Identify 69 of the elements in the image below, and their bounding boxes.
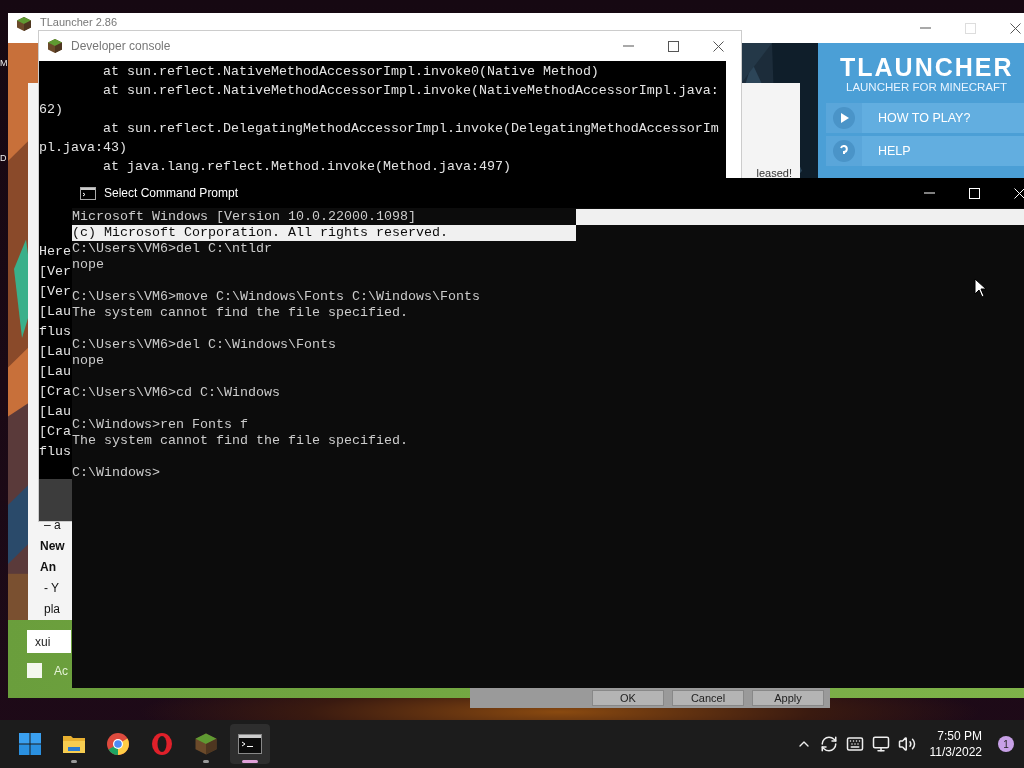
ring-logo-icon: [150, 732, 174, 756]
terminal-line: C:\Windows>ren Fonts f: [72, 417, 248, 433]
checkbox-label: Ac: [54, 663, 68, 678]
grass-block-icon: [194, 732, 218, 756]
cursor-icon: [974, 278, 987, 298]
news-heading: leased!: [756, 167, 792, 179]
console-line: [Cra: [39, 423, 71, 441]
close-icon[interactable]: [713, 40, 724, 52]
window-title: TLauncher 2.86: [40, 16, 119, 29]
news-text: – a: [43, 517, 61, 534]
tagline: LAUNCHER FOR MINECRAFT: [845, 81, 1008, 93]
console-line: at sun.reflect.NativeMethodAccessorImpl.invoke(NativeMethodAccessorImpl.java:: [102, 82, 719, 100]
terminal-icon: [238, 734, 262, 754]
window-title: Developer console: [71, 39, 172, 53]
help-icon: [833, 140, 855, 162]
windows-start-icon: [18, 732, 42, 756]
console-line: at sun.reflect.DelegatingMethodAccessorImpl.invoke(DelegatingMethodAccessorIm: [102, 120, 719, 138]
window-title: Select Command Prompt: [104, 186, 240, 200]
console-line: flus: [39, 443, 71, 461]
network-icon[interactable]: [871, 735, 890, 753]
terminal-line: C:\Windows>: [72, 465, 160, 481]
logo-text: TLAUNCHER: [839, 53, 1015, 81]
dialog-button[interactable]: OK: [592, 690, 664, 706]
terminal-line: C:\Users\VM6>move C:\Windows\Fonts C:\Windows\Fonts: [72, 289, 480, 305]
news-text: - Y: [43, 580, 60, 597]
terminal-line: The system cannot find the file specified.: [72, 433, 408, 449]
terminal-line: nope: [72, 353, 104, 369]
news-title: New: [40, 538, 65, 555]
taskbar-app[interactable]: [230, 724, 270, 764]
console-line: [Cra: [39, 383, 71, 401]
notification-badge[interactable]: 1: [998, 736, 1014, 752]
dialog-button[interactable]: Apply: [752, 690, 824, 706]
maximize-icon[interactable]: [668, 40, 679, 52]
terminal-line: C:\Users\VM6>del C:\ntldr: [72, 241, 272, 257]
console-line: pl.java:43): [39, 139, 127, 157]
close-icon[interactable]: [1010, 22, 1021, 34]
terminal-line: Microsoft Windows [Version 10.0.22000.1098]: [72, 209, 416, 225]
checkbox[interactable]: [27, 663, 42, 678]
console-line: [Ver: [39, 283, 71, 301]
console-line: at sun.reflect.NativeMethodAccessorImpl.invoke0(Native Method): [102, 63, 599, 81]
grass-block-icon: [16, 16, 32, 32]
console-line: [Lau: [39, 303, 71, 321]
console-line: 62): [39, 101, 63, 119]
dialog-button[interactable]: Cancel: [672, 690, 744, 706]
clock[interactable]: 7:50 PM 11/3/2022: [929, 728, 982, 760]
console-line: flus: [39, 323, 71, 341]
console-line: [Lau: [39, 343, 71, 361]
console-line: at java.lang.reflect.Method.invoke(Method.java:497): [102, 158, 511, 176]
account-field[interactable]: xui: [27, 630, 71, 653]
folder-icon: [62, 733, 86, 755]
terminal-line: nope: [72, 257, 104, 273]
play-icon: [833, 107, 855, 129]
keyboard-icon[interactable]: [845, 735, 864, 753]
terminal-line: C:\Users\VM6>cd C:\Windows: [72, 385, 280, 401]
speaker-icon[interactable]: [897, 735, 916, 753]
browser-icon: [106, 732, 130, 756]
console-line: Here: [39, 243, 71, 261]
terminal-line: The system cannot find the file specified.: [72, 305, 408, 321]
grass-block-icon: [47, 38, 63, 54]
terminal-line: C:\Users\VM6>del C:\Windows\Fonts: [72, 337, 336, 353]
news-title: An: [40, 559, 56, 576]
console-line: [Lau: [39, 403, 71, 421]
desktop-icon-label[interactable]: D: [0, 153, 8, 164]
news-text: pla: [43, 601, 60, 618]
console-line: [Lau: [39, 363, 71, 381]
desktop-icon-label[interactable]: M: [0, 58, 8, 69]
sync-icon[interactable]: [819, 735, 838, 753]
terminal-icon: [80, 186, 96, 200]
console-line: [Ver: [39, 263, 71, 281]
